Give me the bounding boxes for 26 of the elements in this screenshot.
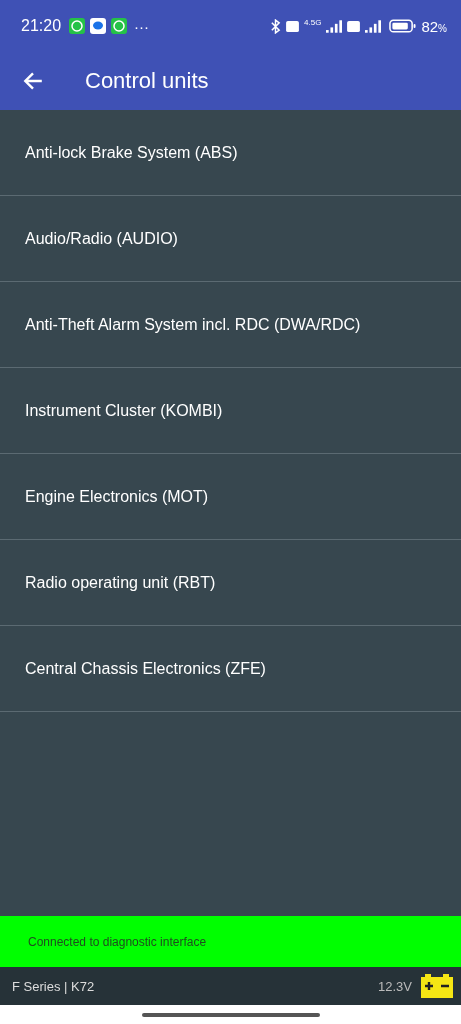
chat-app-icon <box>69 18 86 34</box>
battery-voltage: 12.3V <box>378 978 412 994</box>
control-unit-item[interactable]: Radio operating unit (RBT) <box>0 540 461 626</box>
battery-icon <box>389 19 417 33</box>
network-type: 4.5G <box>304 18 322 27</box>
bluetooth-icon <box>270 18 282 34</box>
more-notifications: ··· <box>134 17 150 35</box>
signal-icon <box>326 19 343 33</box>
battery-percent: 82% <box>421 17 447 35</box>
car-battery-icon <box>421 974 453 998</box>
signal-icon <box>365 19 382 33</box>
control-unit-item[interactable]: Central Chassis Electronics (ZFE) <box>0 626 461 712</box>
back-arrow-icon <box>22 70 44 92</box>
home-indicator[interactable] <box>141 1012 320 1017</box>
control-unit-item[interactable]: Anti-Theft Alarm System incl. RDC (DWA/RDC) <box>0 282 461 368</box>
control-unit-item[interactable]: Instrument Cluster (KOMBI) <box>0 368 461 454</box>
clock: 21:20 <box>21 17 62 35</box>
control-unit-item[interactable]: Anti-lock Brake System (ABS) <box>0 110 461 196</box>
control-unit-item[interactable]: Audio/Radio (AUDIO) <box>0 196 461 282</box>
connection-message: Connected to diagnostic interface <box>28 934 207 949</box>
control-unit-item[interactable]: Engine Electronics (MOT) <box>0 454 461 540</box>
message-app-icon <box>90 18 107 34</box>
vehicle-info: F Series | K72 <box>12 978 95 994</box>
chat-app-icon <box>111 18 128 34</box>
back-button[interactable] <box>22 70 44 92</box>
screen-title: Control units <box>85 68 209 94</box>
